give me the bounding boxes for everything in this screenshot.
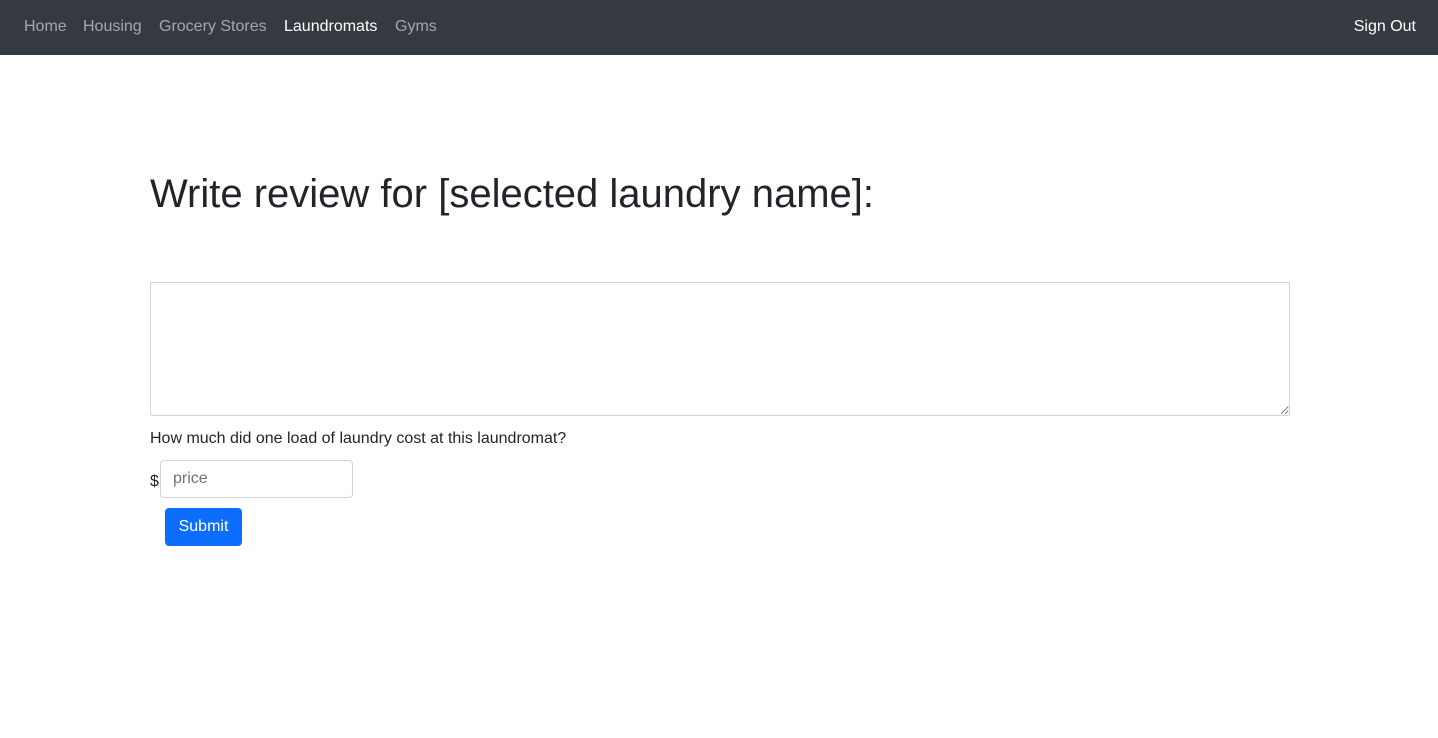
sign-out-link[interactable]: Sign Out <box>1354 17 1416 37</box>
cost-question-label: How much did one load of laundry cost at… <box>150 430 567 447</box>
submit-button[interactable]: Submit <box>165 508 242 546</box>
nav-item-grocery-stores[interactable]: Grocery Stores <box>159 17 267 37</box>
currency-symbol: $ <box>150 473 159 490</box>
nav-item-housing[interactable]: Housing <box>83 17 142 37</box>
top-navbar: Home Housing Grocery Stores Laundromats … <box>0 0 1438 55</box>
review-textarea[interactable] <box>150 282 1290 416</box>
page-title: Write review for [selected laundry name]… <box>150 172 875 216</box>
price-input[interactable] <box>160 460 353 498</box>
nav-item-laundromats[interactable]: Laundromats <box>284 17 377 37</box>
nav-item-gyms[interactable]: Gyms <box>395 17 437 37</box>
nav-item-home[interactable]: Home <box>24 17 67 37</box>
